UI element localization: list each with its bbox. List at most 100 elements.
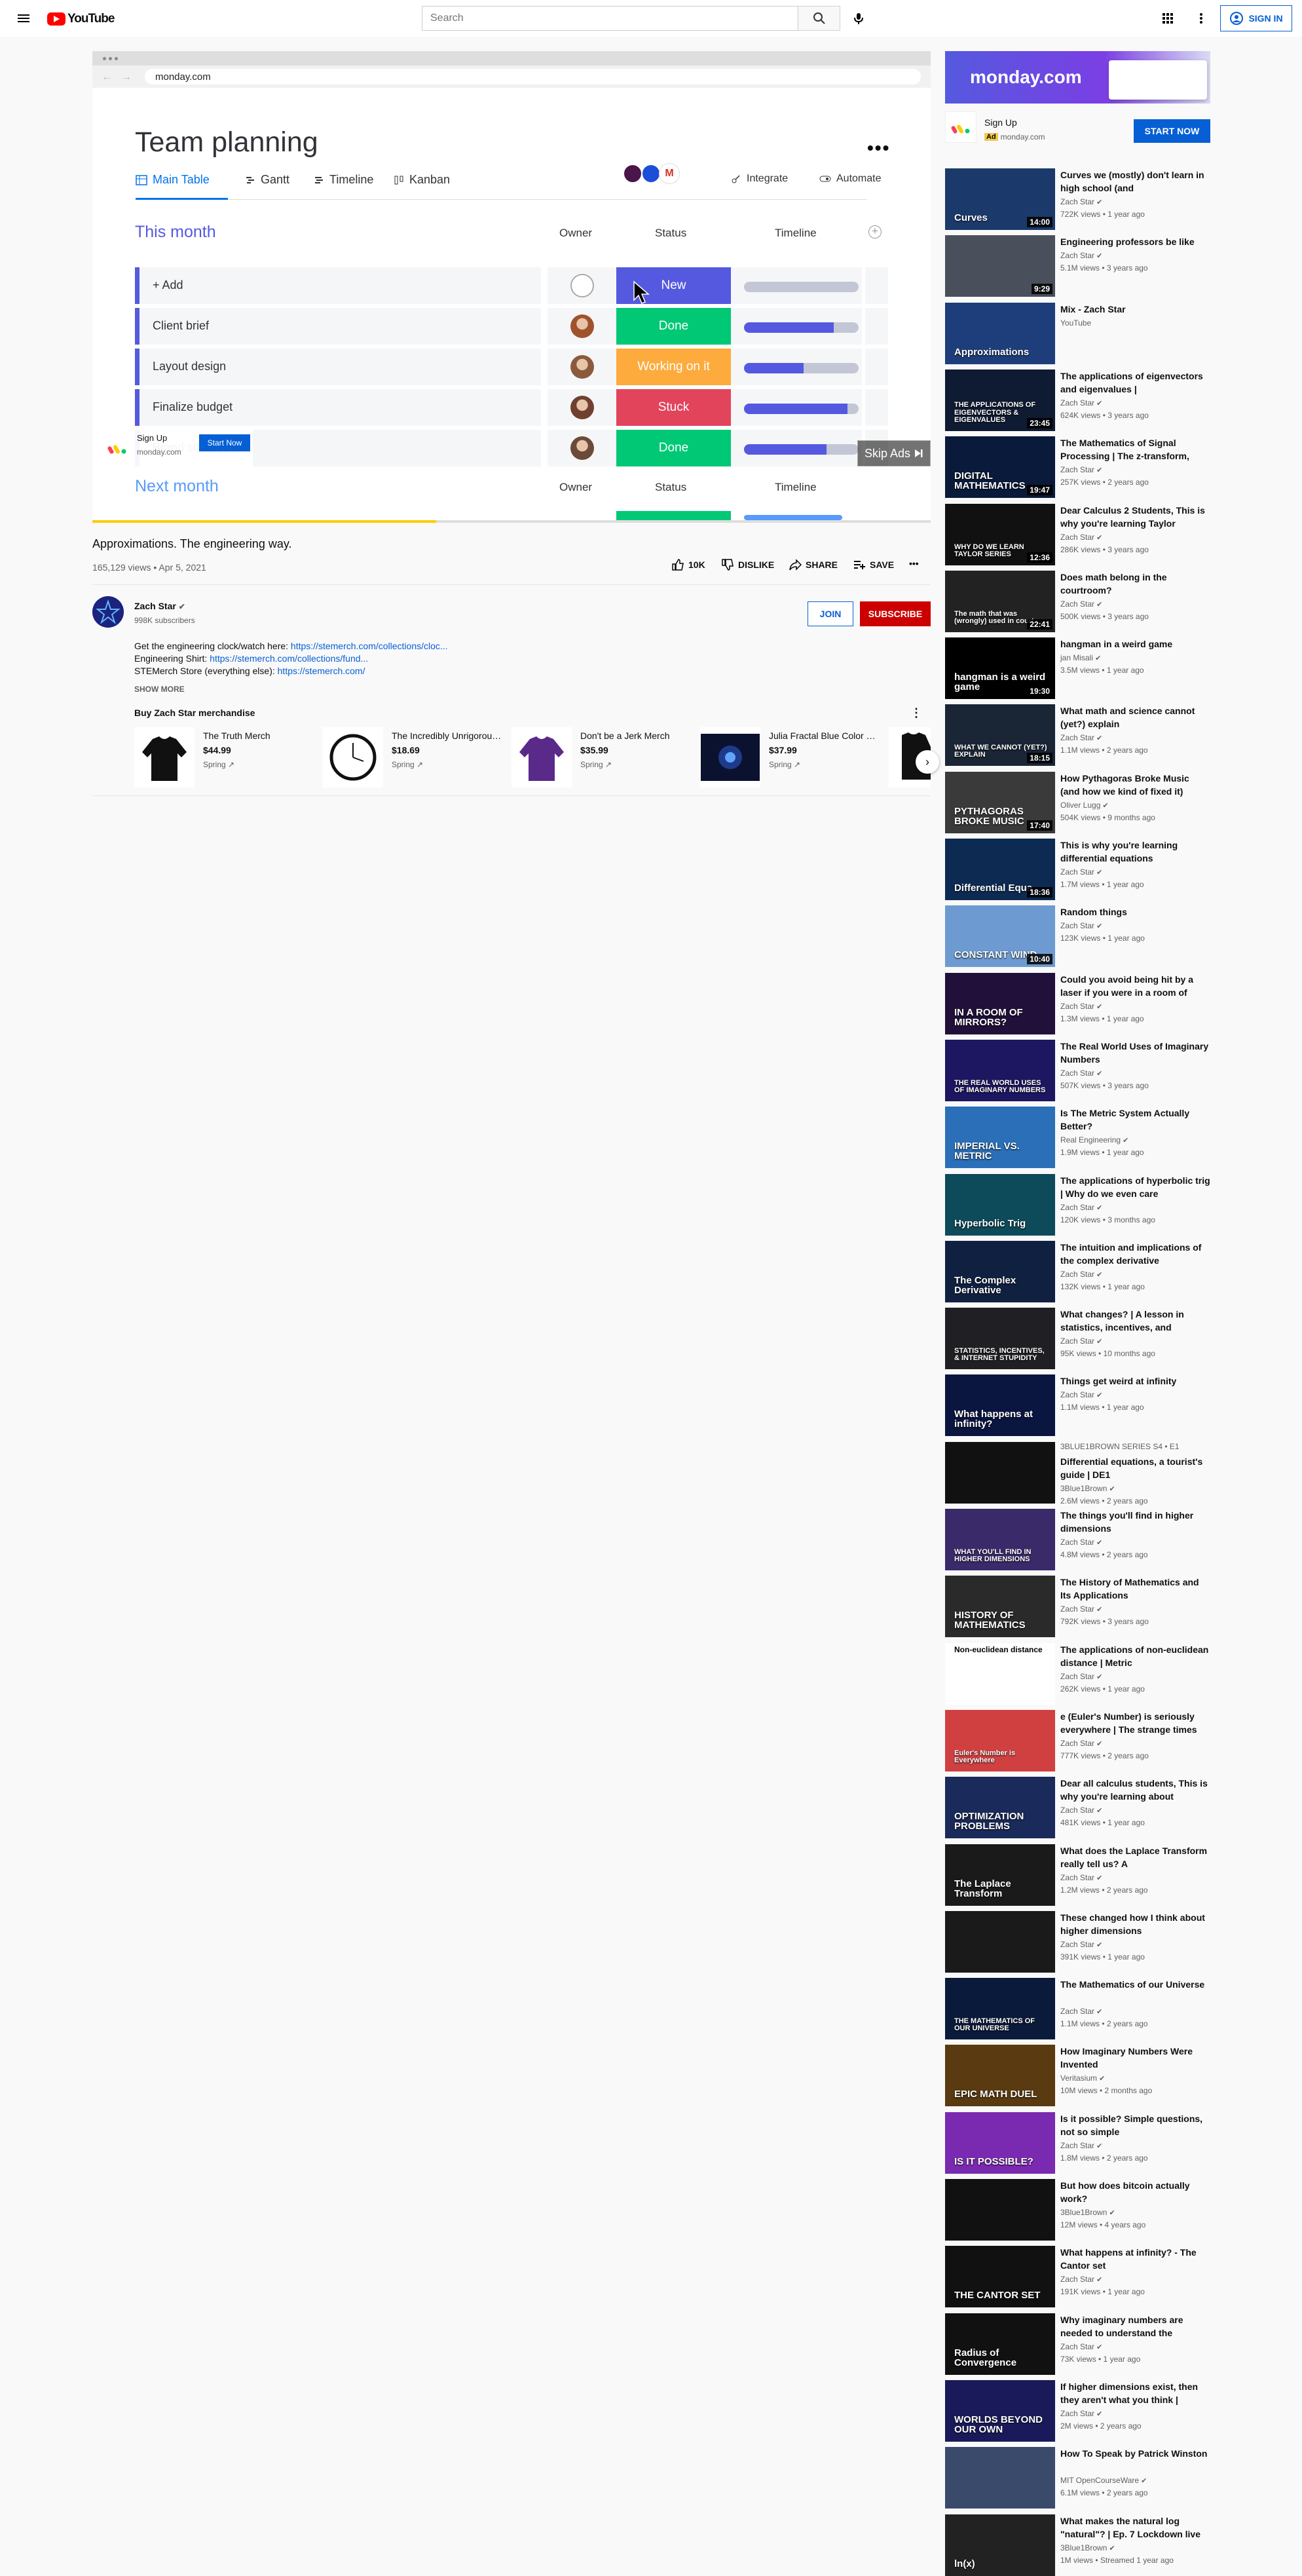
like-button[interactable]: 10K [671, 558, 705, 571]
video-thumbnail[interactable]: IMPERIAL VS. METRIC [945, 1107, 1055, 1168]
video-thumbnail[interactable] [945, 1911, 1055, 1973]
related-video-channel[interactable]: Zach Star ✔ [1060, 197, 1102, 206]
related-video-channel[interactable]: Zach Star ✔ [1060, 398, 1102, 407]
description-link[interactable]: https://stemerch.com/collections/cloc... [291, 641, 448, 651]
video-thumbnail[interactable]: HISTORY OF MATHEMATICS [945, 1576, 1055, 1637]
related-video-channel[interactable]: 3Blue1Brown ✔ [1060, 2208, 1115, 2217]
video-thumbnail[interactable]: Radius of Convergence [945, 2313, 1055, 2375]
related-video-title[interactable]: What does the Laplace Transform really t… [1060, 1844, 1210, 1870]
related-video[interactable]: hangman is a weird game 19:30 hangman in a… [945, 637, 1210, 699]
related-video-channel[interactable]: Oliver Lugg ✔ [1060, 801, 1109, 810]
youtube-logo[interactable]: YouTube [47, 12, 115, 26]
related-video[interactable]: Euler's Number is Everywhere e (Euler's N… [945, 1710, 1210, 1771]
search-button[interactable] [798, 6, 840, 31]
related-video-title[interactable]: Is it possible? Simple questions, not so… [1060, 2112, 1210, 2138]
related-video-title[interactable]: e (Euler's Number) is seriously everywhe… [1060, 1710, 1210, 1736]
more-vertical-icon[interactable] [1193, 10, 1209, 26]
related-video-channel[interactable]: Real Engineering ✔ [1060, 1135, 1128, 1145]
skip-ads-button[interactable]: Skip Ads [857, 440, 931, 466]
related-video[interactable]: PYTHAGORAS BROKE MUSIC 17:40 How Pythagora… [945, 772, 1210, 833]
related-video[interactable]: Approximations Mix - Zach Star YouTube [945, 303, 1210, 364]
related-video-title[interactable]: Random things [1060, 905, 1210, 919]
related-video-channel[interactable]: Zach Star ✔ [1060, 1806, 1102, 1815]
related-video[interactable]: How To Speak by Patrick Winston MIT OpenC… [945, 2447, 1210, 2509]
related-video-title[interactable]: If higher dimensions exist, then they ar… [1060, 2380, 1210, 2406]
video-thumbnail[interactable]: Curves 14:00 [945, 168, 1055, 230]
related-video-channel[interactable]: Zach Star ✔ [1060, 2275, 1102, 2284]
related-video-title[interactable]: How To Speak by Patrick Winston [1060, 2447, 1210, 2460]
related-video[interactable]: DIGITAL MATHEMATICS 19:47 The Mathematics … [945, 436, 1210, 498]
video-thumbnail[interactable]: Approximations [945, 303, 1055, 364]
video-thumbnail[interactable]: The math that was (wrongly) used in cour… [945, 571, 1055, 632]
search-input[interactable] [422, 6, 798, 31]
related-video-title[interactable]: The Mathematics of Signal Processing | T… [1060, 436, 1210, 463]
ad-overlay-start-now-button[interactable]: Start Now [199, 434, 250, 451]
video-thumbnail[interactable]: WHAT YOU'LL FIND IN HIGHER DIMENSIONS [945, 1509, 1055, 1570]
video-thumbnail[interactable]: Differential Equa 18:36 [945, 839, 1055, 900]
video-thumbnail[interactable]: THE MATHEMATICS OF OUR UNIVERSE [945, 1978, 1055, 2039]
related-video[interactable]: 9:29 Engineering professors be like Zach S… [945, 235, 1210, 297]
related-video-channel[interactable]: Veritasium ✔ [1060, 2074, 1105, 2083]
microphone-icon[interactable] [848, 8, 869, 29]
more-actions-icon[interactable]: ••• [909, 558, 919, 569]
related-video-channel[interactable]: Zach Star ✔ [1060, 2141, 1102, 2150]
related-video-title[interactable]: Mix - Zach Star [1060, 303, 1210, 316]
related-video-title[interactable]: What math and science cannot (yet?) expl… [1060, 704, 1210, 730]
related-video-title[interactable]: Differential equations, a tourist's guid… [1060, 1455, 1210, 1481]
video-thumbnail[interactable] [945, 2179, 1055, 2241]
related-video[interactable]: IMPERIAL VS. METRIC Is The Metric System … [945, 1107, 1210, 1168]
related-video-channel[interactable]: Zach Star ✔ [1060, 1940, 1102, 1949]
related-video-channel[interactable]: 3Blue1Brown ✔ [1060, 1484, 1115, 1493]
video-thumbnail[interactable]: THE CANTOR SET [945, 2246, 1055, 2307]
related-video[interactable]: WHAT YOU'LL FIND IN HIGHER DIMENSIONS The… [945, 1509, 1210, 1570]
related-video[interactable]: CONSTANT WIND 10:40 Random things Zach Star… [945, 905, 1210, 967]
video-thumbnail[interactable]: 9:29 [945, 235, 1055, 297]
related-video-title[interactable]: This is why you're learning differential… [1060, 839, 1210, 865]
related-video-channel[interactable]: Zach Star ✔ [1060, 1672, 1102, 1681]
related-video-channel[interactable]: Zach Star ✔ [1060, 599, 1102, 609]
merch-item[interactable]: The Incredibly Unrigorous ... $18.69 Spr… [323, 727, 506, 793]
hamburger-menu-icon[interactable] [16, 10, 31, 26]
related-video-channel[interactable]: Zach Star ✔ [1060, 733, 1102, 742]
related-video-title[interactable]: Dear all calculus students, This is why … [1060, 1777, 1210, 1803]
related-video[interactable]: These changed how I think about higher d… [945, 1911, 1210, 1973]
sign-in-button[interactable]: SIGN IN [1220, 5, 1292, 31]
video-thumbnail[interactable]: Hyperbolic Trig [945, 1174, 1055, 1236]
related-video[interactable]: ln(x) What makes the natural log "natural… [945, 2514, 1210, 2576]
related-video-title[interactable]: Why imaginary numbers are needed to unde… [1060, 2313, 1210, 2339]
related-video-channel[interactable]: Zach Star ✔ [1060, 1739, 1102, 1748]
related-video-channel[interactable]: Zach Star ✔ [1060, 921, 1102, 930]
related-video[interactable]: The Complex Derivative The intuition and … [945, 1241, 1210, 1302]
related-video[interactable]: THE MATHEMATICS OF OUR UNIVERSE The Mathe… [945, 1978, 1210, 2039]
related-video-title[interactable]: hangman in a weird game [1060, 637, 1210, 651]
related-video[interactable]: THE APPLICATIONS OF EIGENVECTORS & EIGEN… [945, 369, 1210, 431]
video-thumbnail[interactable]: STATISTICS, INCENTIVES, & INTERNET STUPI… [945, 1308, 1055, 1369]
video-progress-bar[interactable] [92, 520, 931, 523]
related-video-channel[interactable]: YouTube [1060, 318, 1091, 328]
related-video-title[interactable]: How Imaginary Numbers Were Invented [1060, 2045, 1210, 2071]
related-video-title[interactable]: The Real World Uses of Imaginary Numbers [1060, 1040, 1210, 1066]
merch-item[interactable]: The Truth Merch $44.99 Spring ↗ [134, 727, 318, 793]
related-video-channel[interactable]: Zach Star ✔ [1060, 1270, 1102, 1279]
related-video[interactable]: STATISTICS, INCENTIVES, & INTERNET STUPI… [945, 1308, 1210, 1369]
related-video-title[interactable]: What changes? | A lesson in statistics, … [1060, 1308, 1210, 1334]
related-video[interactable]: OPTIMIZATION PROBLEMS Dear all calculus s… [945, 1777, 1210, 1838]
related-video-title[interactable]: The applications of hyperbolic trig | Wh… [1060, 1174, 1210, 1200]
related-video-channel[interactable]: 3Blue1Brown ✔ [1060, 2543, 1115, 2552]
related-video-title[interactable]: Is The Metric System Actually Better? [1060, 1107, 1210, 1133]
related-video-title[interactable]: The intuition and implications of the co… [1060, 1241, 1210, 1267]
related-video-title[interactable]: Curves we (mostly) don't learn in high s… [1060, 168, 1210, 195]
related-video-title[interactable]: What makes the natural log "natural"? | … [1060, 2514, 1210, 2541]
related-video[interactable]: Non-euclidean distance The applications o… [945, 1643, 1210, 1705]
video-thumbnail[interactable]: WHY DO WE LEARN TAYLOR SERIES 12:36 [945, 504, 1055, 565]
related-video-channel[interactable]: Zach Star ✔ [1060, 1538, 1102, 1547]
video-player[interactable]: ← → monday.com Team planning ••• Main Ta… [92, 51, 931, 523]
subscribe-button[interactable]: SUBSCRIBE [860, 601, 931, 626]
related-video[interactable]: Curves 14:00 Curves we (mostly) don't lear… [945, 168, 1210, 230]
merch-item[interactable]: Don't be a Jerk Merch $35.99 Spring ↗ [512, 727, 695, 793]
related-video-title[interactable]: Does math belong in the courtroom? [1060, 571, 1210, 597]
related-video-title[interactable]: The things you'll find in higher dimensi… [1060, 1509, 1210, 1535]
related-video-title[interactable]: How Pythagoras Broke Music (and how we k… [1060, 772, 1210, 798]
related-video[interactable]: The math that was (wrongly) used in cour… [945, 571, 1210, 632]
related-video[interactable]: EPIC MATH DUEL How Imaginary Numbers Were… [945, 2045, 1210, 2106]
